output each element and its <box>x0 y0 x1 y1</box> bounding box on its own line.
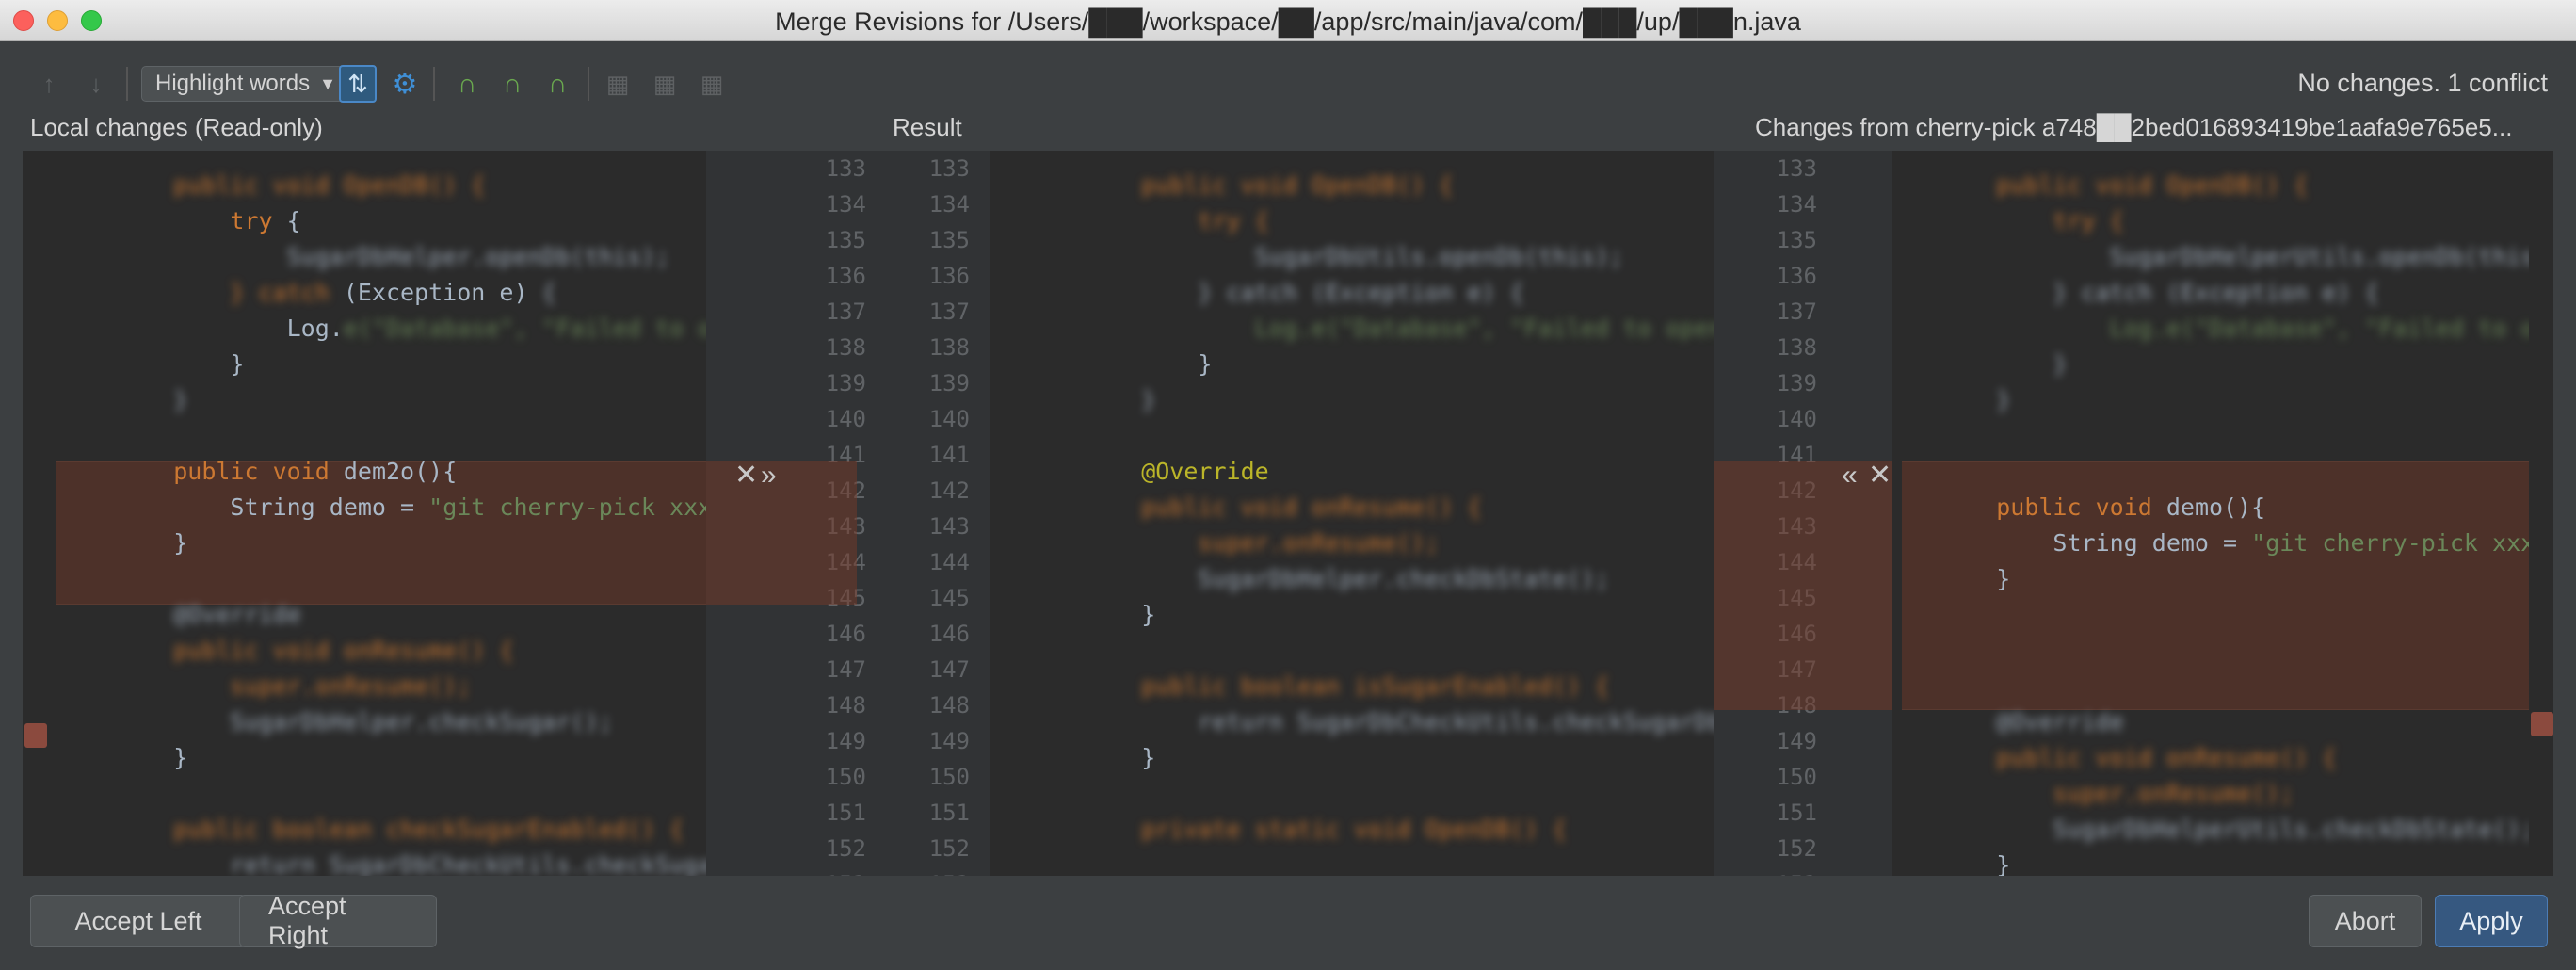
column-icon[interactable]: ▦ <box>646 65 684 103</box>
code-line: SugarDbHelper.checkDbState(); <box>1085 565 1609 592</box>
code-line: SugarDbHelper.checkSugar(); <box>117 708 613 736</box>
column-icon[interactable]: ▦ <box>693 65 731 103</box>
code-line: } <box>1940 386 2011 413</box>
gear-icon[interactable]: ⚙ <box>386 65 424 103</box>
conflict-connector <box>706 461 857 605</box>
right-scroll-conflict-marker[interactable] <box>2531 712 2553 736</box>
code-line: public void onResume() { <box>1940 744 2337 771</box>
highlight-words-label: Highlight words <box>155 71 311 96</box>
code-line: super.onResume(); <box>1940 780 2294 807</box>
apply-right-change-icon[interactable]: « <box>1842 458 1858 493</box>
code-line: public void OpenDB() { <box>1940 171 2309 199</box>
code-line: } <box>1085 601 1156 628</box>
apply-left-change-icon[interactable]: » <box>761 458 777 493</box>
discard-left-icon[interactable]: ✕ <box>734 458 758 493</box>
code-line: SugarDbHelperUtils.checkDbState(); <box>1940 816 2529 843</box>
toolbar-separator <box>433 67 435 101</box>
code-line: } <box>1940 851 2011 876</box>
code-line: SugarDbUtils.openDb(this); <box>1085 243 1623 270</box>
merge-status: No changes. 1 conflict <box>2297 69 2548 97</box>
code-line: public void onResume() { <box>117 637 514 664</box>
left-gutter: 1331341351361371381391401411421431441451… <box>706 151 1013 876</box>
conflict-connector <box>1714 461 1892 710</box>
code-line: try { <box>230 207 301 234</box>
code-line: Log.e("Database", "Failed to o <box>117 315 706 342</box>
code-line: super.onResume(); <box>117 672 472 700</box>
code-line: public boolean isSugarEnabled() { <box>1085 672 1609 700</box>
code-line: public void OpenDB() { <box>117 171 486 199</box>
code-line: } <box>117 350 245 378</box>
right-editor-pane[interactable]: public void OpenDB() { try { SugarDbHelp… <box>1892 151 2529 876</box>
code-line: return SugarDbCheckUtils.checkSugarDb <box>1085 708 1714 736</box>
right-gutter: 1331341351361371381391401411421431441451… <box>1714 151 1892 876</box>
apply-button[interactable]: Apply <box>2435 895 2548 947</box>
apply-right-icon[interactable]: ∩ <box>539 65 576 103</box>
code-line: } <box>117 529 188 557</box>
code-line: } catch (Exception e) { <box>1085 279 1524 306</box>
code-line: public void dem2o(){ <box>173 458 458 485</box>
result-pane-title: Result <box>893 113 962 141</box>
arrow-down-icon[interactable]: ↓ <box>77 65 115 103</box>
column-icon[interactable]: ▦ <box>599 65 636 103</box>
abort-button[interactable]: Abort <box>2309 895 2422 947</box>
code-line: String demo = "git cherry-pick xxx" <box>117 493 706 521</box>
accept-left-button[interactable]: Accept Left <box>30 895 247 947</box>
merge-editor: public void OpenDB() { try { SugarDbHelp… <box>23 151 2553 876</box>
window-title: Merge Revisions for /Users/███/workspace… <box>775 8 1801 36</box>
code-line: public void onResume() { <box>1085 493 1482 521</box>
chevron-down-icon: ▼ <box>319 73 336 93</box>
result-editor-pane[interactable]: public void OpenDB() { try { SugarDbUtil… <box>990 151 1714 876</box>
code-line: return SugarDbCheckUtils.checkSugar <box>117 851 706 876</box>
code-line: public boolean checkSugarEnabled() { <box>117 816 684 843</box>
code-line: } <box>1085 350 1213 378</box>
code-line: Log.e("Database", "Failed to open <box>1085 315 1714 342</box>
toolbar-separator <box>126 67 128 101</box>
code-line: @Override <box>1940 708 2124 736</box>
highlight-words-dropdown[interactable]: Highlight words ▼ <box>141 66 350 102</box>
code-line: @Override <box>117 601 301 628</box>
code-line: SugarDbHelper.openDb(this); <box>117 243 669 270</box>
window-titlebar: Merge Revisions for /Users/███/workspace… <box>0 0 2576 41</box>
merge-toolbar: ↑ ↓ Highlight words ▼ ⇅ ⚙ ∩ ∩ ∩ ▦ ▦ ▦ No… <box>0 42 2576 123</box>
code-line: } <box>117 386 188 413</box>
code-line: @Override <box>1085 458 1269 485</box>
code-line: public void OpenDB() { <box>1085 171 1454 199</box>
code-line: } <box>117 744 188 771</box>
code-line: Log.e("Database", "Failed to op <box>1940 315 2529 342</box>
code-line: String demo = "git cherry-pick xxx" <box>1940 529 2529 557</box>
code-line: } <box>1085 744 1156 771</box>
code-line: super.onResume(); <box>1085 529 1440 557</box>
code-line: private static void OpenDB() { <box>1085 816 1567 843</box>
discard-right-icon[interactable]: ✕ <box>1868 458 1892 493</box>
code-line: public void demo(){ <box>1996 493 2266 521</box>
code-line: SugarDbHelperUtils.openDb(this); <box>1940 243 2529 270</box>
code-line: } <box>1940 350 2068 378</box>
left-editor-pane[interactable]: public void OpenDB() { try { SugarDbHelp… <box>23 151 706 876</box>
left-pane-title: Local changes (Read-only) <box>30 113 323 141</box>
code-line: } <box>1085 386 1156 413</box>
code-line: } <box>1940 565 2011 592</box>
sync-scroll-icon[interactable]: ⇅ <box>339 65 377 103</box>
code-line: try { <box>1085 207 1269 234</box>
code-line: } catch (Exception e) { <box>1940 279 2379 306</box>
apply-non-conflicting-icon[interactable]: ∩ <box>448 65 486 103</box>
right-pane-title: Changes from cherry-pick a748██2bed01689… <box>1755 113 2513 141</box>
code-line: } catch (Exception e) { <box>117 279 556 306</box>
apply-left-icon[interactable]: ∩ <box>493 65 531 103</box>
code-line: try { <box>1940 207 2124 234</box>
toolbar-separator <box>588 67 589 101</box>
accept-right-button[interactable]: Accept Right <box>239 892 437 949</box>
left-scroll-conflict-marker[interactable] <box>24 723 47 748</box>
arrow-up-icon[interactable]: ↑ <box>30 65 68 103</box>
